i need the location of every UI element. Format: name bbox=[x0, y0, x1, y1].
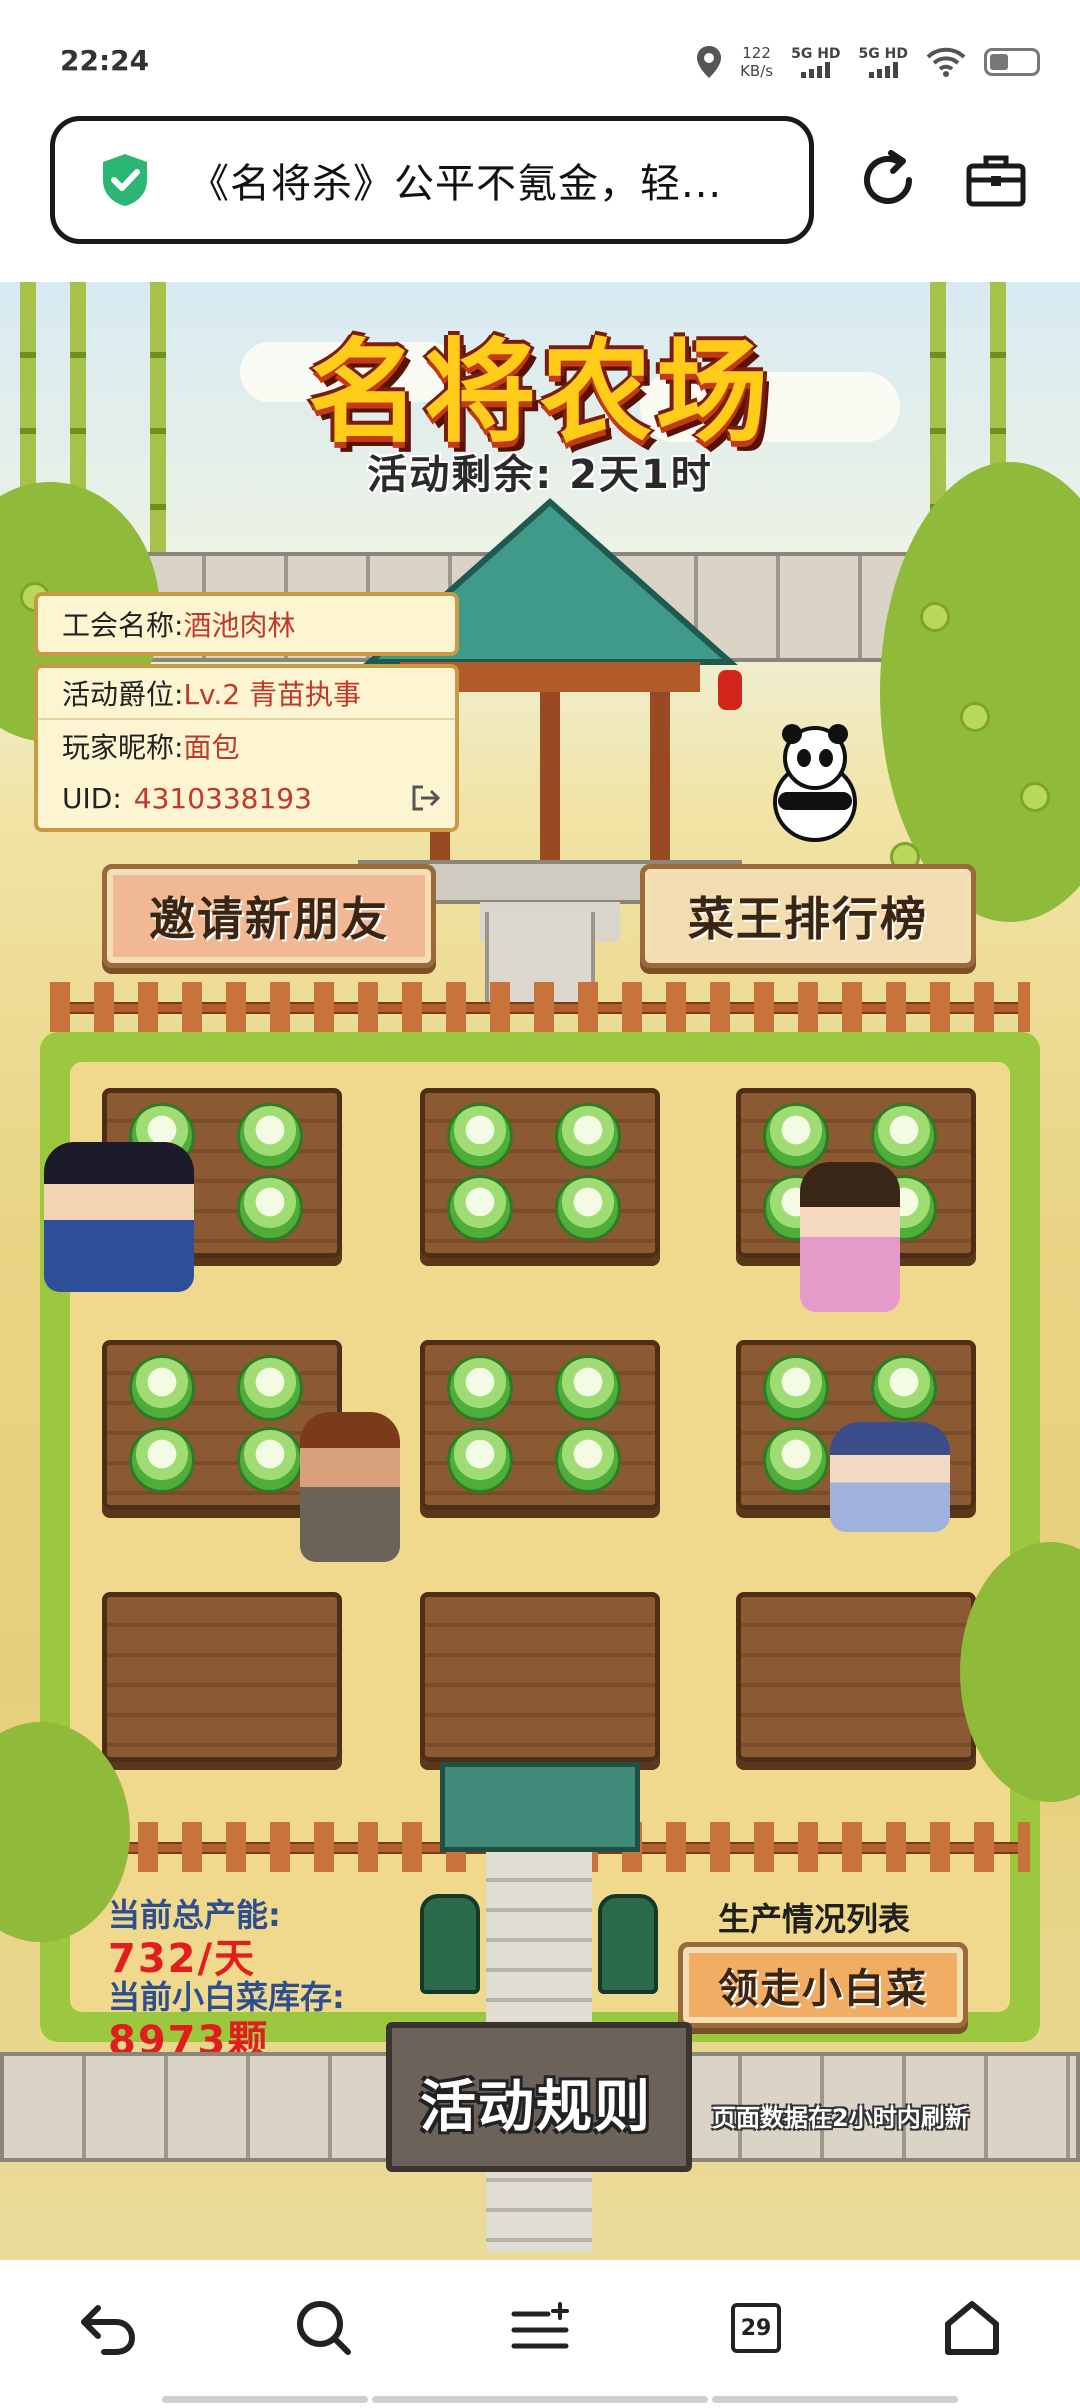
tabs-button[interactable]: 29 bbox=[716, 2288, 796, 2368]
search-icon bbox=[297, 2301, 351, 2355]
lamp-post bbox=[598, 1894, 658, 1994]
cabbage-icon bbox=[555, 1175, 621, 1241]
rank-label: 活动爵位: bbox=[62, 678, 184, 711]
net-speed-unit: KB/s bbox=[740, 62, 774, 80]
hero-character bbox=[830, 1422, 950, 1532]
status-time: 22:24 bbox=[60, 44, 150, 77]
rank-row: 活动爵位: Lv.2 青苗执事 bbox=[38, 668, 455, 720]
cabbage-icon bbox=[237, 1103, 303, 1169]
cabbage-icon bbox=[763, 1427, 829, 1493]
browser-toolbar: 《名将杀》公平不氪金，轻... bbox=[0, 110, 1080, 280]
guild-row: 工会名称: 酒池肉林 bbox=[38, 596, 455, 652]
uid-value: 4310338193 bbox=[133, 781, 312, 815]
signal-1-label: 5G HD bbox=[791, 46, 841, 62]
lantern bbox=[718, 670, 742, 710]
signal-2-label: 5G HD bbox=[858, 46, 908, 62]
signal-1: 5G HD bbox=[791, 46, 841, 78]
hero-character bbox=[800, 1162, 900, 1312]
cabbage-icon bbox=[555, 1355, 621, 1421]
battery-icon bbox=[984, 48, 1040, 76]
back-button[interactable] bbox=[68, 2288, 148, 2368]
toolbox-button[interactable] bbox=[956, 140, 1036, 220]
player-card: 活动爵位: Lv.2 青苗执事 玩家昵称: 面包 UID: 4310338193 bbox=[34, 664, 459, 832]
cabbage-icon bbox=[237, 1355, 303, 1421]
lamp-post bbox=[420, 1894, 480, 1994]
nickname-row: 玩家昵称: 面包 bbox=[38, 720, 455, 772]
fence bbox=[50, 982, 1030, 1032]
menu-button[interactable] bbox=[500, 2288, 580, 2368]
signal-2: 5G HD bbox=[859, 46, 908, 78]
status-bar: 22:24 122 KB/s 5G HD 5G HD bbox=[0, 0, 1080, 110]
uid-label: UID: bbox=[62, 781, 122, 815]
home-button[interactable] bbox=[932, 2288, 1012, 2368]
farm-plot[interactable] bbox=[736, 1592, 976, 1762]
cabbage-icon bbox=[447, 1427, 513, 1493]
guild-name: 酒池肉林 bbox=[183, 609, 296, 642]
refresh-note: 页面数据在2小时内刷新 bbox=[712, 2104, 969, 2132]
leaderboard-button[interactable]: 菜王排行榜 bbox=[640, 864, 976, 968]
farm-plot[interactable] bbox=[102, 1592, 342, 1762]
cabbage-icon bbox=[237, 1175, 303, 1241]
panda bbox=[773, 724, 857, 842]
cabbage-icon bbox=[129, 1427, 195, 1493]
gesture-bar bbox=[712, 2396, 958, 2403]
cabbage-icon bbox=[871, 1355, 937, 1421]
search-button[interactable] bbox=[284, 2288, 364, 2368]
cabbage-icon bbox=[763, 1355, 829, 1421]
nickname-label: 玩家昵称: bbox=[62, 731, 184, 764]
logout-icon[interactable] bbox=[411, 784, 441, 812]
nickname-value: 面包 bbox=[183, 731, 240, 764]
shield-check-icon bbox=[103, 154, 147, 206]
gesture-bar bbox=[162, 2396, 368, 2403]
uid-row: UID: 4310338193 bbox=[38, 772, 455, 824]
rank-value: Lv.2 青苗执事 bbox=[183, 678, 362, 711]
tabs-icon: 29 bbox=[731, 2303, 781, 2353]
toolbox-icon bbox=[966, 155, 1026, 207]
rules-button[interactable]: 活动规则 bbox=[420, 2062, 652, 2143]
collect-button[interactable]: 领走小白菜 bbox=[678, 1942, 968, 2028]
home-icon bbox=[945, 2301, 999, 2355]
signal-bars-icon bbox=[868, 62, 898, 78]
net-speed-value: 122 bbox=[742, 44, 771, 62]
hero-character bbox=[300, 1412, 400, 1562]
back-icon bbox=[81, 2305, 136, 2355]
bottom-navigation: 29 bbox=[0, 2260, 1080, 2408]
cabbage-icon bbox=[129, 1355, 195, 1421]
fruit bbox=[960, 702, 990, 732]
fruit bbox=[1020, 782, 1050, 812]
reload-button[interactable] bbox=[848, 140, 928, 220]
reload-icon bbox=[864, 150, 912, 204]
cabbage-icon bbox=[447, 1103, 513, 1169]
cabbage-icon bbox=[555, 1427, 621, 1493]
menu-icon bbox=[511, 2302, 569, 2349]
farm-plot[interactable] bbox=[420, 1340, 660, 1510]
cabbage-icon bbox=[447, 1355, 513, 1421]
guild-label: 工会名称: bbox=[62, 609, 184, 642]
signal-bars-icon bbox=[801, 62, 831, 78]
countdown: 活动剩余: 2天1时 bbox=[367, 452, 713, 498]
gate-roof bbox=[440, 1762, 640, 1852]
status-icons: 122 KB/s 5G HD 5G HD bbox=[696, 40, 1040, 84]
wifi-icon bbox=[926, 47, 966, 77]
cabbage-icon bbox=[763, 1103, 829, 1169]
fruit bbox=[920, 602, 950, 632]
cabbage-icon bbox=[237, 1427, 303, 1493]
production-list-link[interactable]: 生产情况列表 bbox=[718, 1894, 910, 1940]
gesture-bar bbox=[372, 2396, 708, 2403]
farm-plot[interactable] bbox=[420, 1088, 660, 1258]
game-title: 名将农场 bbox=[308, 328, 772, 458]
network-speed: 122 KB/s bbox=[740, 44, 773, 80]
address-bar[interactable]: 《名将杀》公平不氪金，轻... bbox=[50, 116, 814, 244]
farm-plot[interactable] bbox=[420, 1592, 660, 1762]
farm-game: 名将农场 活动剩余: 2天1时 工会名称: 酒池肉林 活动爵位: Lv.2 青苗… bbox=[0, 282, 1080, 2260]
page-title: 《名将杀》公平不氪金，轻... bbox=[189, 161, 723, 207]
cabbage-icon bbox=[555, 1103, 621, 1169]
cabbage-icon bbox=[447, 1175, 513, 1241]
guild-card: 工会名称: 酒池肉林 bbox=[34, 592, 459, 656]
invite-button[interactable]: 邀请新朋友 bbox=[102, 864, 436, 968]
hero-character bbox=[44, 1142, 194, 1292]
cabbage-icon bbox=[871, 1103, 937, 1169]
location-icon bbox=[697, 46, 722, 78]
